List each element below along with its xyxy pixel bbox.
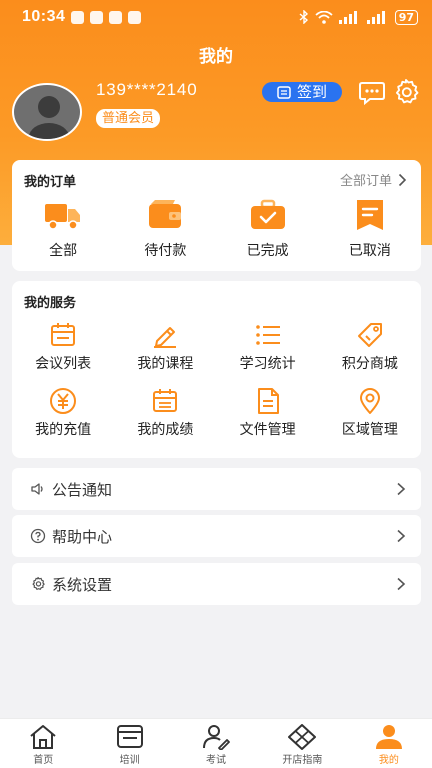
services-card: 我的服务 会议列表 我的课程 学习统计 积分商城 我的充值 我的成绩 文件管理	[12, 281, 421, 458]
service-my-courses[interactable]: 我的课程	[114, 321, 216, 373]
signal-icon	[366, 10, 385, 24]
help-icon	[30, 528, 46, 544]
menu-help-center[interactable]: 帮助中心	[12, 515, 421, 557]
list-icon	[255, 325, 280, 345]
all-orders-label: 全部订单	[339, 174, 392, 189]
chevron-right-icon	[397, 577, 406, 591]
tab-home[interactable]: 首页	[0, 719, 86, 768]
battery-indicator: 97	[394, 9, 418, 25]
service-my-grades[interactable]: 我的成绩	[114, 387, 216, 439]
service-file-management[interactable]: 文件管理	[217, 387, 319, 439]
calendar-icon	[51, 323, 76, 346]
order-item-label: 待付款	[144, 243, 187, 259]
chevron-right-icon	[398, 173, 407, 186]
menu-system-settings[interactable]: 系统设置	[12, 563, 421, 605]
service-my-recharge[interactable]: 我的充值	[12, 387, 114, 439]
signin-button[interactable]: 签到	[262, 82, 342, 102]
member-level-badge: 普通会员	[96, 109, 161, 128]
notification-app-icon	[71, 10, 85, 24]
briefcase-check-icon	[250, 199, 285, 229]
yen-icon	[50, 388, 77, 414]
message-icon[interactable]	[358, 78, 386, 106]
tab-mine[interactable]: 我的	[346, 719, 432, 768]
order-completed[interactable]: 已完成	[217, 198, 319, 260]
orders-card: 我的订单 全部订单 全部 待付款 已完成 已取消	[12, 160, 421, 271]
order-pending-payment[interactable]: 待付款	[114, 198, 216, 260]
service-label: 会议列表	[35, 356, 92, 372]
service-region-management[interactable]: 区域管理	[319, 387, 421, 439]
notification-app-icon	[109, 10, 123, 24]
service-label: 我的成绩	[137, 422, 194, 438]
bottom-tab-bar: 首页 培训 考试 开店指南 我的	[0, 718, 432, 768]
order-item-label: 全部	[49, 243, 78, 259]
orders-title: 我的订单	[24, 175, 77, 190]
tab-label: 培训	[119, 755, 140, 766]
board-icon	[116, 725, 143, 748]
service-label: 区域管理	[341, 422, 398, 438]
service-label: 我的课程	[137, 356, 194, 372]
all-orders-link[interactable]: 全部订单	[340, 170, 407, 189]
person-icon	[375, 725, 402, 749]
menu-announcements[interactable]: 公告通知	[12, 468, 421, 510]
service-label: 学习统计	[239, 356, 296, 372]
order-item-label: 已完成	[246, 243, 289, 259]
tab-label: 考试	[206, 755, 227, 766]
service-label: 文件管理	[239, 422, 296, 438]
order-cancelled[interactable]: 已取消	[319, 198, 421, 260]
tab-label: 首页	[33, 755, 54, 766]
home-icon	[30, 725, 56, 749]
chevron-right-icon	[397, 529, 406, 543]
alarm-icon	[128, 10, 142, 24]
calendar-icon	[277, 85, 291, 99]
service-points-mall[interactable]: 积分商城	[319, 321, 421, 373]
tag-icon	[357, 323, 382, 347]
tab-training[interactable]: 培训	[86, 719, 172, 768]
wallet-icon	[149, 200, 182, 228]
menu-label: 帮助中心	[52, 527, 113, 546]
avatar[interactable]	[12, 83, 82, 141]
status-time: 10:34	[22, 8, 66, 25]
location-icon	[359, 388, 380, 414]
gear-icon[interactable]	[392, 78, 420, 106]
services-title: 我的服务	[24, 296, 77, 311]
service-meeting-list[interactable]: 会议列表	[12, 321, 114, 373]
bluetooth-icon	[299, 10, 308, 24]
chevron-right-icon	[397, 482, 406, 496]
tab-exam[interactable]: 考试	[173, 719, 259, 768]
menu-label: 公告通知	[52, 480, 113, 499]
signal-icon	[338, 10, 357, 24]
signin-label: 签到	[296, 83, 327, 101]
gear-icon	[32, 576, 45, 590]
tab-label: 我的	[378, 755, 399, 766]
service-label: 我的充值	[35, 422, 92, 438]
wechat-icon	[90, 10, 104, 24]
status-bar: 10:34 97	[0, 0, 432, 34]
tab-store-guide[interactable]: 开店指南	[259, 719, 345, 768]
user-pen-icon	[203, 725, 230, 750]
tab-label: 开店指南	[282, 755, 323, 766]
user-phone: 139****2140	[96, 80, 198, 99]
menu-label: 系统设置	[52, 575, 113, 594]
order-item-label: 已取消	[348, 243, 391, 259]
bookmark-doc-icon	[356, 200, 383, 230]
order-all[interactable]: 全部	[12, 198, 114, 260]
calendar-grid-icon	[153, 389, 178, 412]
service-label: 积分商城	[341, 356, 398, 372]
speaker-icon	[31, 483, 43, 495]
page-title: 我的	[199, 47, 233, 67]
service-study-stats[interactable]: 学习统计	[217, 321, 319, 373]
truck-icon	[45, 204, 81, 230]
document-icon	[257, 388, 279, 414]
wifi-icon	[315, 10, 333, 24]
pencil-icon	[154, 327, 177, 348]
diamond-grid-icon	[288, 724, 317, 750]
